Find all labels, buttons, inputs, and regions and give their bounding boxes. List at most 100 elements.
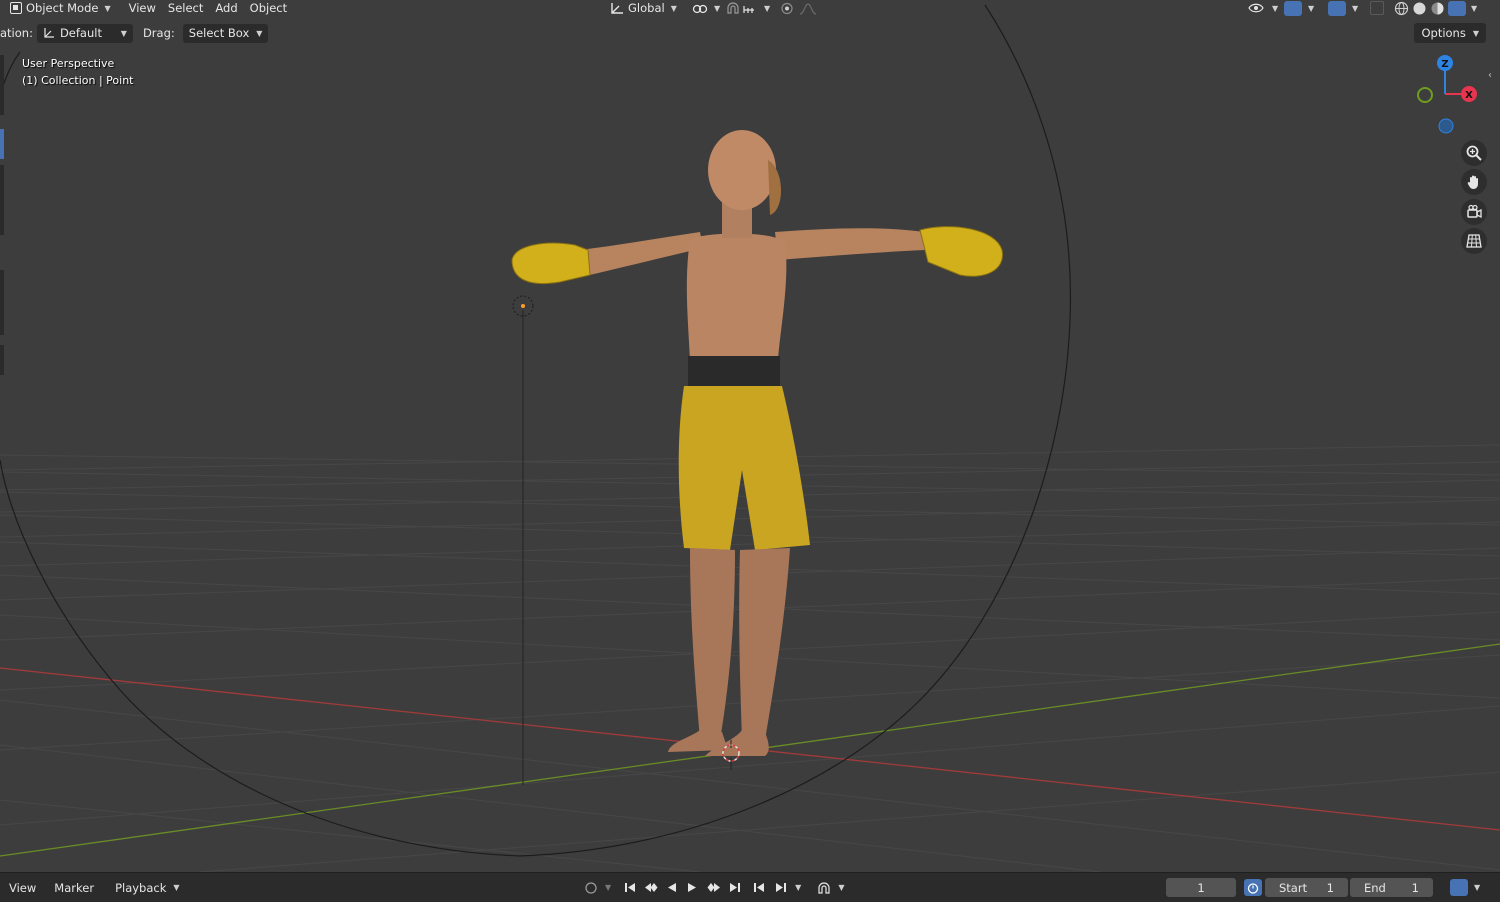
toolbar-active-tool[interactable]	[0, 129, 4, 159]
timeline-overlay-icon	[1450, 879, 1468, 896]
menu-object-label: Object	[249, 1, 288, 15]
orientation-axes-icon	[611, 2, 623, 14]
jump-start-icon[interactable]	[621, 879, 638, 896]
eye-pointer-icon	[1248, 3, 1264, 12]
object-mode-icon	[10, 2, 22, 14]
timeline-view-options[interactable]: ▼	[1450, 879, 1480, 896]
chevron-down-icon: ▼	[104, 3, 111, 13]
menu-add-label: Add	[215, 1, 238, 15]
start-label: Start	[1279, 880, 1308, 895]
toolbar-segment[interactable]	[0, 55, 4, 115]
toolbar-left[interactable]	[0, 55, 4, 375]
preview-range-stopwatch-icon[interactable]	[1244, 879, 1262, 896]
prev-keyframe-icon[interactable]	[642, 879, 659, 896]
tool-settings-bar: ation: Default ▼ Drag: Select Box ▼	[0, 22, 1500, 44]
gizmo-neg-z-axis[interactable]	[1438, 118, 1454, 134]
chevron-down-icon: ▼	[1352, 3, 1359, 13]
overlays-icon	[1328, 0, 1346, 16]
menu-view[interactable]: View	[123, 0, 162, 16]
play-reverse-icon[interactable]	[663, 879, 680, 896]
shading-modes: ▼	[1394, 0, 1477, 16]
viewport-scene[interactable]	[0, 0, 1500, 872]
chevron-down-icon: ▼	[1472, 28, 1479, 38]
mode-label: Object Mode	[26, 1, 99, 15]
end-frame-field[interactable]: End 1	[1350, 878, 1433, 897]
boxer-model[interactable]	[511, 130, 1003, 756]
chevron-down-icon: ▼	[1474, 883, 1481, 892]
chevron-down-icon[interactable]: ▼	[795, 883, 801, 892]
options-dropdown[interactable]: Options ▼	[1414, 23, 1486, 43]
orientation-label: ation:	[0, 26, 33, 40]
chevron-down-icon: ▼	[1471, 3, 1478, 13]
end-value: 1	[1411, 880, 1419, 895]
timeline-bar: View Marker Playback ▼ ▼ ▼ ▼ 1 Start 1 E…	[0, 872, 1500, 902]
snap-toggle[interactable]: ▼	[720, 0, 776, 16]
menu-view-label: View	[128, 1, 156, 15]
wireframe-shading-icon[interactable]	[1394, 1, 1409, 16]
viewport-info: User Perspective (1) Collection | Point	[22, 55, 134, 89]
auto-keying-icon[interactable]	[582, 879, 599, 896]
menu-select-label: Select	[167, 1, 204, 15]
chevron-down-icon: ▼	[256, 28, 263, 38]
pan-hand-icon[interactable]	[1461, 169, 1487, 195]
perspective-label: User Perspective	[22, 57, 115, 70]
playback-controls: ▼ ▼ ▼	[582, 879, 844, 896]
pivot-icon	[692, 4, 708, 13]
gizmo-toggle[interactable]: ▼	[1278, 0, 1320, 16]
viewport-header: Object Mode ▼ View Select Add Object Glo…	[0, 0, 1500, 16]
current-frame-field[interactable]: 1	[1166, 878, 1236, 897]
chevron-down-icon: ▼	[670, 3, 677, 13]
chevron-down-icon: ▼	[1308, 3, 1315, 13]
chevron-down-icon: ▼	[120, 28, 127, 38]
gizmo-arrows-icon	[1284, 0, 1302, 16]
start-frame-field[interactable]: Start 1	[1265, 878, 1348, 897]
next-frame-icon[interactable]	[772, 879, 789, 896]
transform-orientation-label: Global	[628, 1, 665, 15]
menu-add[interactable]: Add	[209, 0, 243, 16]
toolbar-segment[interactable]	[0, 345, 4, 375]
orientation-dropdown[interactable]: Default ▼	[36, 23, 133, 43]
mode-selector[interactable]: Object Mode ▼	[4, 0, 117, 16]
chevron-down-icon: ▼	[173, 883, 180, 892]
timeline-snap-icon[interactable]	[815, 879, 832, 896]
options-label: Options	[1421, 26, 1466, 40]
play-icon[interactable]	[684, 879, 701, 896]
toolbar-segment[interactable]	[0, 270, 4, 335]
camera-view-icon[interactable]	[1461, 199, 1487, 225]
chevron-down-icon[interactable]: ▼	[838, 883, 844, 892]
current-frame-value: 1	[1197, 880, 1205, 895]
3d-viewport[interactable]: User Perspective (1) Collection | Point …	[0, 0, 1500, 872]
gizmo-y-axis[interactable]	[1417, 87, 1433, 103]
jump-end-icon[interactable]	[726, 879, 743, 896]
toolbar-segment[interactable]	[0, 165, 4, 235]
next-keyframe-icon[interactable]	[705, 879, 722, 896]
menu-object[interactable]: Object	[244, 0, 293, 16]
chevron-down-icon[interactable]: ▼	[605, 883, 611, 892]
solid-shading-icon[interactable]	[1412, 1, 1427, 16]
transform-orientation[interactable]: Global ▼	[604, 0, 683, 16]
orientation-axes-icon	[44, 28, 54, 38]
playback-dropdown[interactable]: Playback ▼	[109, 878, 186, 897]
orientation-value: Default	[59, 26, 102, 40]
gizmo-x-label: X	[1465, 90, 1473, 101]
drag-dropdown[interactable]: Select Box ▼	[182, 23, 269, 43]
material-shading-icon[interactable]	[1430, 1, 1445, 16]
drag-value: Select Box	[188, 26, 250, 40]
menu-select[interactable]: Select	[162, 0, 209, 16]
xray-toggle-icon[interactable]	[1370, 1, 1384, 15]
chevron-down-icon: ▼	[764, 3, 771, 13]
zoom-icon[interactable]	[1461, 140, 1487, 166]
navigation-gizmo[interactable]: Z X	[1410, 52, 1490, 142]
sidebar-toggle-icon[interactable]: ‹	[1488, 70, 1492, 81]
prev-frame-icon[interactable]	[751, 879, 768, 896]
snap-magnet-icon	[727, 1, 754, 14]
timeline-menu-marker[interactable]: Marker	[47, 881, 101, 895]
timeline-menu-view[interactable]: View	[2, 881, 43, 895]
proportional-editing[interactable]	[774, 0, 826, 16]
light-origin	[521, 304, 525, 308]
rendered-shading-icon[interactable]	[1448, 0, 1466, 16]
end-label: End	[1364, 880, 1386, 895]
ortho-grid-icon[interactable]	[1461, 228, 1487, 254]
drag-label: Drag:	[142, 26, 175, 40]
overlays-toggle[interactable]: ▼	[1322, 0, 1364, 16]
